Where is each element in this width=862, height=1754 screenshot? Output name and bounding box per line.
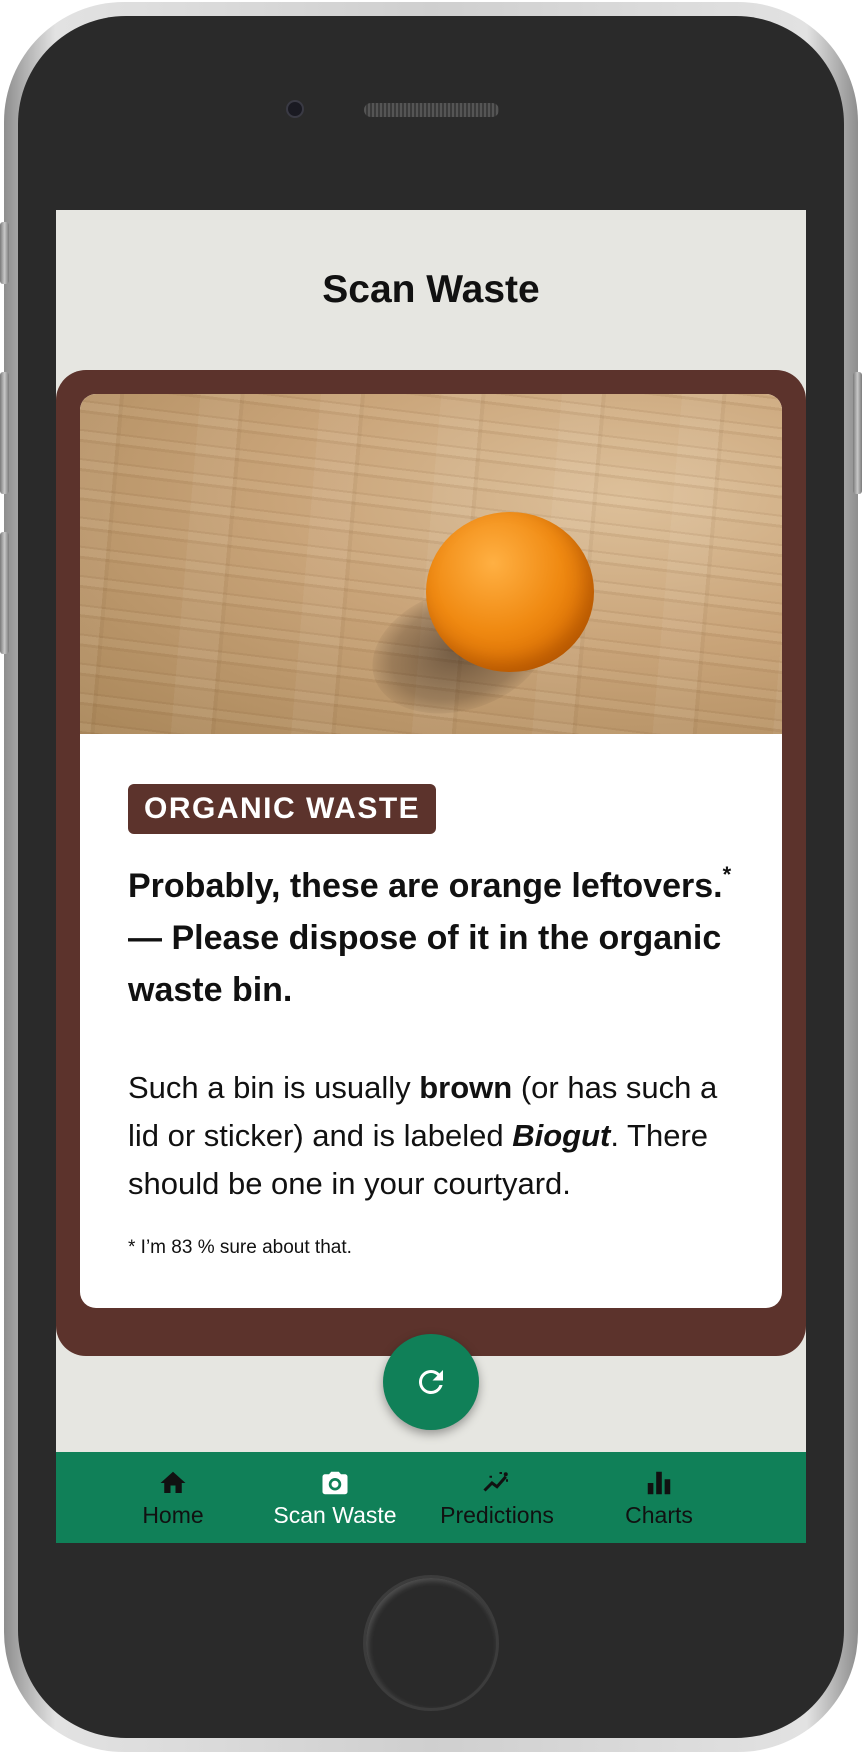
refresh-button[interactable] bbox=[383, 1334, 479, 1430]
nav-item-charts[interactable]: Charts bbox=[578, 1452, 740, 1543]
trend-icon bbox=[483, 1472, 508, 1492]
mute-switch bbox=[0, 222, 9, 284]
scanned-photo bbox=[80, 394, 782, 734]
home-hardware-button[interactable] bbox=[363, 1575, 499, 1711]
nav-label-home: Home bbox=[142, 1502, 204, 1528]
result-card: ORGANIC WASTE Probably, these are orange… bbox=[56, 370, 806, 1356]
category-badge: ORGANIC WASTE bbox=[128, 784, 437, 834]
headline-instruction: — Please dispose of it in the organic wa… bbox=[128, 919, 722, 1009]
result-description: Such a bin is usually brown (or has such… bbox=[128, 1064, 748, 1208]
bar-chart-icon bbox=[647, 1471, 671, 1495]
bottom-navigation: Home Scan Waste Predictions Charts bbox=[56, 1452, 806, 1543]
result-headline: Probably, these are orange leftovers.* —… bbox=[128, 860, 738, 1016]
nav-item-home[interactable]: Home bbox=[92, 1452, 254, 1543]
nav-item-scan-waste[interactable]: Scan Waste bbox=[254, 1452, 416, 1543]
camera-icon bbox=[322, 1471, 348, 1495]
volume-up-button bbox=[0, 372, 9, 494]
nav-label-predictions: Predictions bbox=[440, 1502, 554, 1528]
description-text: Such a bin is usually bbox=[128, 1070, 420, 1105]
page-title: Scan Waste bbox=[322, 268, 540, 311]
earpiece-speaker bbox=[364, 103, 499, 117]
confidence-footnote: * I’m 83 % sure about that. bbox=[128, 1237, 352, 1258]
headline-text: Probably, these are orange leftovers. bbox=[128, 867, 723, 905]
nav-item-predictions[interactable]: Predictions bbox=[416, 1452, 578, 1543]
refresh-icon bbox=[418, 1370, 443, 1394]
footnote-marker: * bbox=[722, 862, 732, 887]
nav-label-scan-waste: Scan Waste bbox=[273, 1502, 397, 1528]
home-icon bbox=[160, 1471, 186, 1493]
power-button bbox=[853, 372, 862, 494]
app-screen: Scan Waste ORGANIC WASTE Probably, these… bbox=[56, 210, 806, 1543]
front-camera bbox=[286, 100, 304, 118]
volume-down-button bbox=[0, 532, 9, 654]
bin-color: brown bbox=[419, 1070, 513, 1105]
result-card-content: ORGANIC WASTE Probably, these are orange… bbox=[80, 394, 782, 1308]
bin-label: Biogut bbox=[512, 1118, 611, 1153]
nav-label-charts: Charts bbox=[625, 1502, 693, 1528]
orange-fruit bbox=[426, 512, 594, 672]
